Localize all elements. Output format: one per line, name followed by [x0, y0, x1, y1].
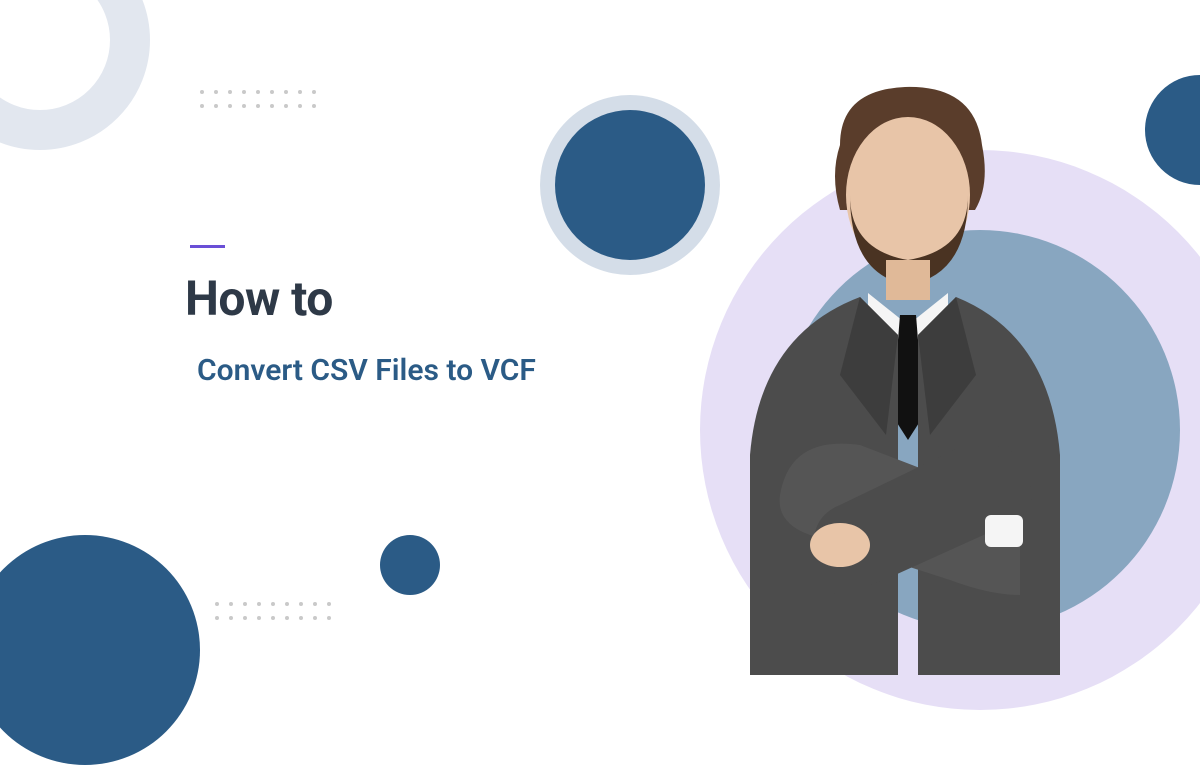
circle-bottom-left	[0, 535, 200, 765]
dot-grid-bottom	[215, 602, 331, 620]
person-photo	[690, 75, 1120, 675]
accent-line	[190, 245, 225, 248]
subheading-text: Convert CSV Files to VCF	[197, 353, 536, 388]
ring-top-left	[0, 0, 150, 150]
heading-text: How to	[185, 270, 536, 327]
circle-right-edge	[1145, 75, 1200, 185]
dot-grid-top	[200, 90, 316, 108]
title-block: How to Convert CSV Files to VCF	[185, 245, 536, 388]
circle-small-bottom	[380, 535, 440, 595]
circle-top-mid	[555, 110, 705, 260]
